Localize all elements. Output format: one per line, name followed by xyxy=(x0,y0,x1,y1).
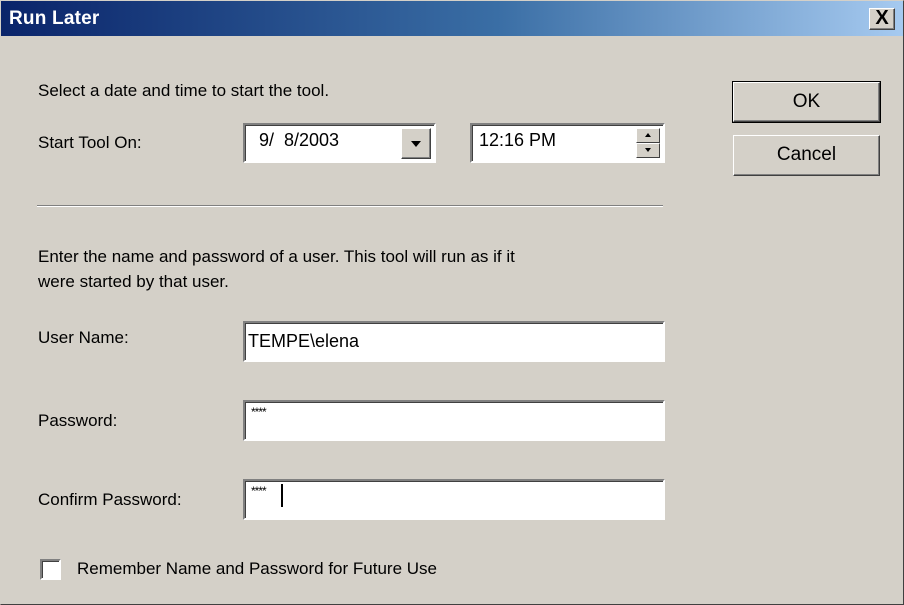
confirm-password-label: Confirm Password: xyxy=(38,490,182,509)
window-title: Run Later xyxy=(9,8,100,29)
close-button[interactable]: X xyxy=(869,8,895,30)
user-name-label: User Name: xyxy=(38,328,129,347)
chevron-down-icon xyxy=(411,141,421,147)
start-date-picker[interactable]: 9/ 8/2003 xyxy=(243,123,436,163)
text-caret xyxy=(281,484,283,507)
date-dropdown-button[interactable] xyxy=(401,128,431,159)
remember-checkbox[interactable] xyxy=(40,559,61,580)
start-date-value: 9/ 8/2003 xyxy=(259,130,340,150)
spin-down-icon xyxy=(645,148,651,152)
section-divider xyxy=(37,205,663,207)
user-name-input[interactable]: TEMPE\elena xyxy=(243,321,665,362)
time-spin-down-button[interactable] xyxy=(636,143,660,158)
password-label: Password: xyxy=(38,411,118,430)
close-icon: X xyxy=(875,7,889,29)
remember-label[interactable]: Remember Name and Password for Future Us… xyxy=(77,559,437,579)
password-input[interactable]: **** xyxy=(243,400,665,441)
credentials-instruction-line1: Enter the name and password of a user. T… xyxy=(38,247,515,266)
password-value: **** xyxy=(251,405,267,419)
start-time-value: 12:16 PM xyxy=(479,130,557,150)
confirm-password-input[interactable]: **** xyxy=(243,479,665,520)
credentials-instruction-line2: were started by that user. xyxy=(38,272,229,291)
time-spin-up-button[interactable] xyxy=(636,128,660,143)
schedule-instruction: Select a date and time to start the tool… xyxy=(38,81,330,100)
start-tool-on-label: Start Tool On: xyxy=(38,133,142,152)
run-later-dialog: Run Later X Select a date and time to st… xyxy=(0,0,904,605)
ok-button[interactable]: OK xyxy=(732,81,881,123)
user-name-value: TEMPE\elena xyxy=(248,331,360,351)
cancel-button[interactable]: Cancel xyxy=(733,135,880,176)
spin-up-icon xyxy=(645,133,651,137)
confirm-password-value: **** xyxy=(251,484,267,498)
ok-button-label: OK xyxy=(792,91,821,112)
start-time-field[interactable]: 12:16 PM xyxy=(470,123,665,163)
title-bar: Run Later X xyxy=(1,1,903,36)
cancel-button-label: Cancel xyxy=(776,144,837,165)
